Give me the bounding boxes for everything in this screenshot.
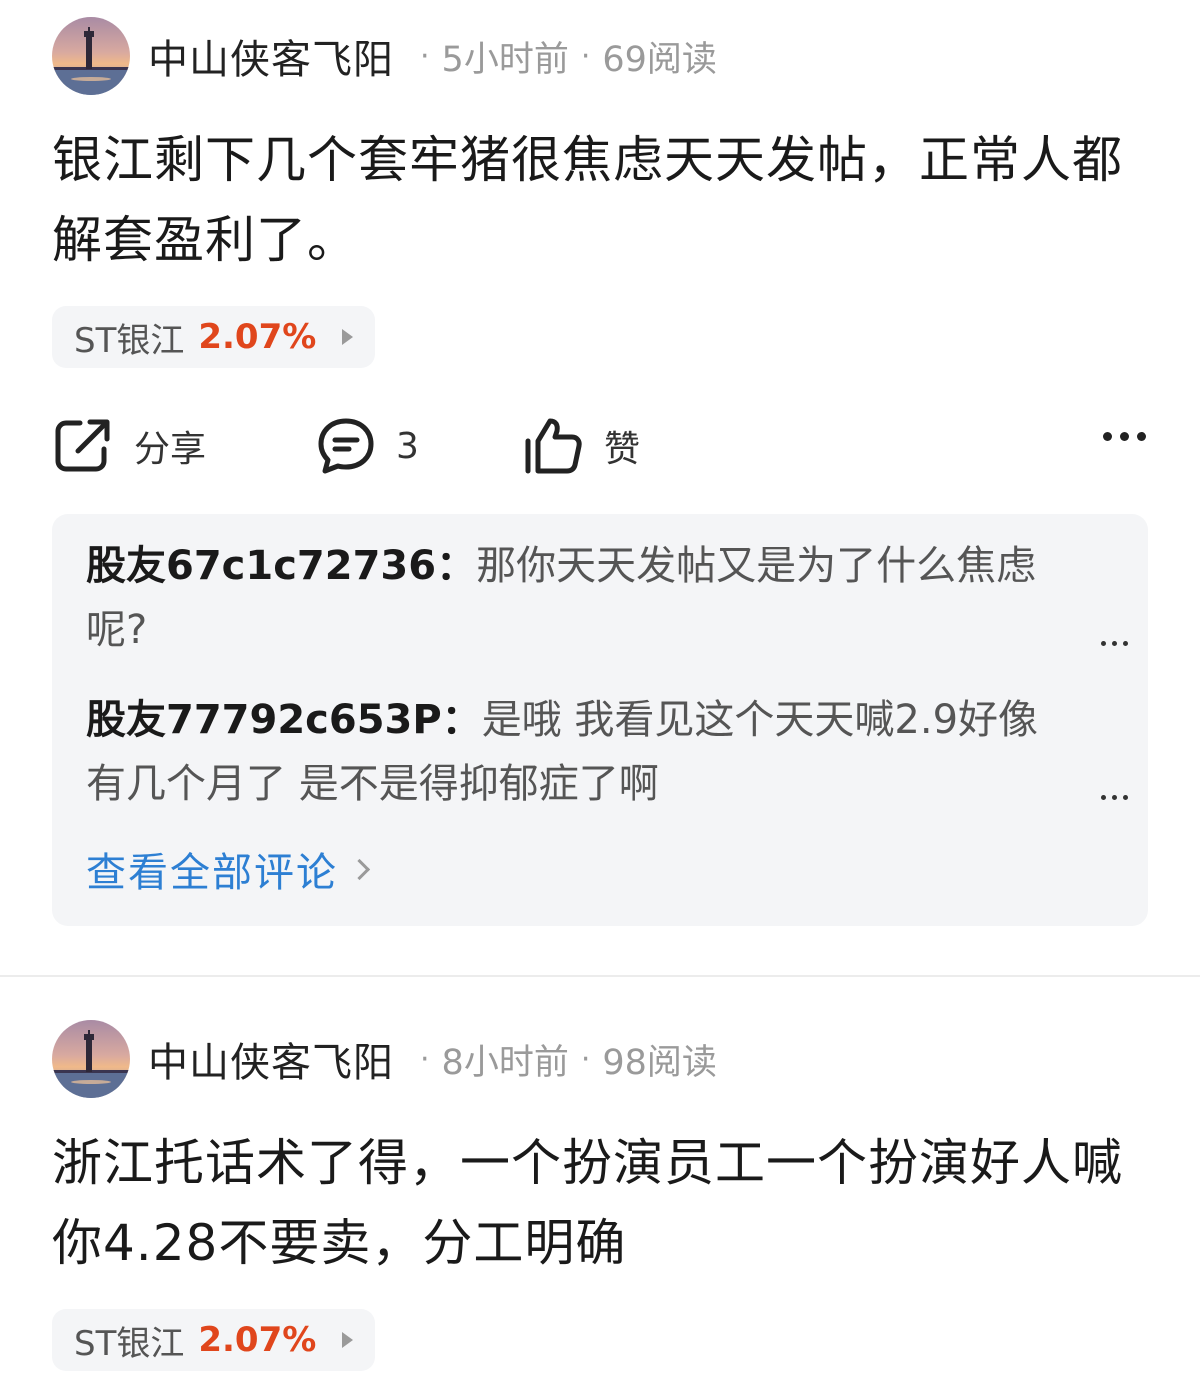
separator-dot: · [580,38,591,74]
post-time: 8小时前 [441,1042,569,1083]
comment-user[interactable]: 股友77792c653P： [86,697,482,743]
view-all-comments-link[interactable]: 查看全部评论 [86,840,1114,898]
read-count: 98阅读 [602,1042,717,1083]
post-meta: · 8小时前 · 98阅读 [408,1034,717,1085]
stock-change: 2.07% [198,1320,317,1360]
play-arrow-icon [342,1332,354,1348]
share-icon [55,419,110,472]
play-arrow-icon [342,329,354,345]
view-all-label: 查看全部评论 [86,850,338,896]
separator-dot: · [580,1041,591,1077]
post-card[interactable]: 中山侠客飞阳 · 8小时前 · 98阅读 浙江托话术了得，一个扮演员工一个扮演好… [0,977,1200,1371]
post-meta: · 5小时前 · 69阅读 [408,31,717,82]
stock-change: 2.07% [198,317,317,357]
more-icon[interactable] [1103,432,1146,441]
stock-tag[interactable]: ST银江 2.07% [52,1309,376,1371]
action-bar: 分享 3 赞 [52,406,1148,486]
like-button[interactable]: 赞 [522,415,640,477]
stock-name: ST银江 [74,320,185,361]
author-name[interactable]: 中山侠客飞阳 [148,1030,394,1088]
avatar[interactable] [52,1020,130,1098]
post-content[interactable]: 浙江托话术了得，一个扮演员工一个扮演好人喊你4.28不要卖，分工明确 [52,1123,1148,1283]
comment-icon [318,418,374,474]
share-button[interactable]: 分享 [52,415,316,477]
chevron-right-icon [348,858,371,880]
author-row: 中山侠客飞阳 · 5小时前 · 69阅读 [52,0,1148,104]
post-card[interactable]: 中山侠客飞阳 · 5小时前 · 69阅读 银江剩下几个套牢猪很焦虑天天发帖，正常… [0,0,1200,975]
comment-more-icon[interactable] [1101,641,1128,646]
comment-button[interactable]: 3 [316,416,522,476]
comment-user[interactable]: 股友67c1c72736： [86,543,476,589]
post-content[interactable]: 银江剩下几个套牢猪很焦虑天天发帖，正常人都解套盈利了。 [52,120,1148,280]
share-label: 分享 [134,429,207,470]
comments-preview: 股友67c1c72736：那你天天发帖又是为了什么焦虑呢? 股友77792c65… [52,514,1148,926]
thumbs-up-icon [525,418,582,474]
post-time: 5小时前 [441,39,569,80]
comment-count: 3 [396,425,419,467]
stock-name: ST银江 [74,1323,185,1364]
author-name[interactable]: 中山侠客飞阳 [148,27,394,85]
stock-tag[interactable]: ST银江 2.07% [52,306,376,368]
comment-item[interactable]: 股友67c1c72736：那你天天发帖又是为了什么焦虑呢? [86,534,1128,662]
like-label: 赞 [604,429,641,470]
comment-more-icon[interactable] [1101,795,1128,800]
author-row: 中山侠客飞阳 · 8小时前 · 98阅读 [52,977,1148,1107]
avatar[interactable] [52,17,130,95]
separator-dot: · [420,1041,430,1077]
separator-dot: · [420,38,430,74]
comment-item[interactable]: 股友77792c653P：是哦 我看见这个天天喊2.9好像有几个月了 是不是得抑… [86,688,1128,816]
read-count: 69阅读 [602,39,717,80]
